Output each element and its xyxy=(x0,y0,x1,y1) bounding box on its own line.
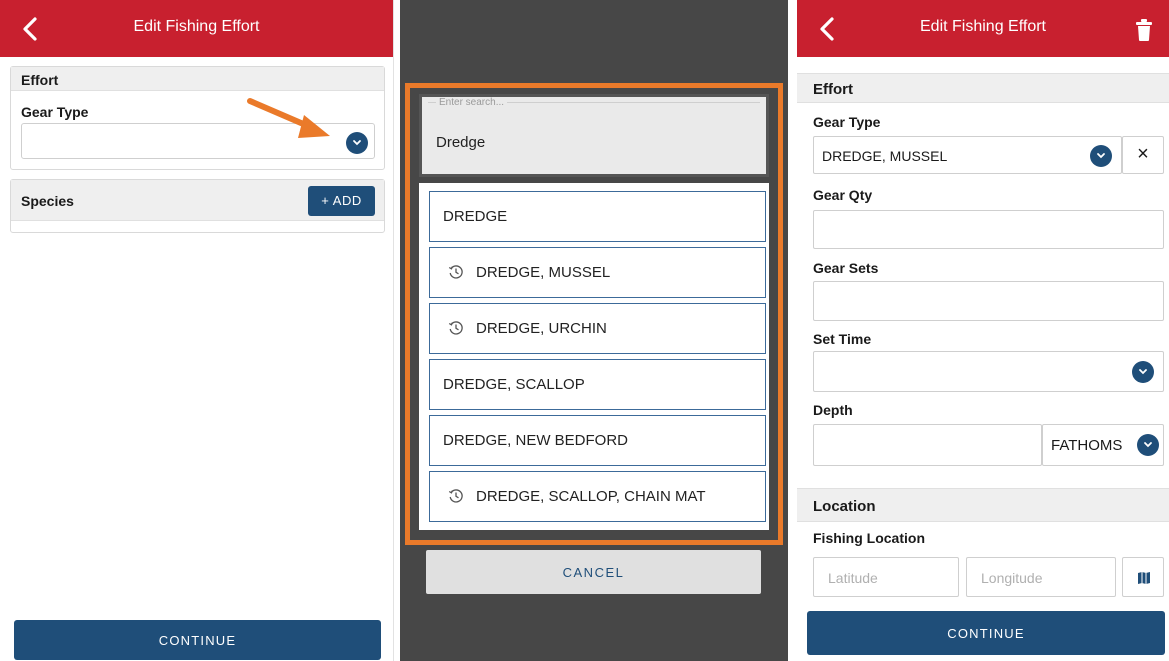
option-label: DREDGE, NEW BEDFORD xyxy=(443,432,629,449)
option-label: DREDGE xyxy=(443,208,508,225)
search-field[interactable]: Enter search... Dredge xyxy=(419,94,769,177)
latitude-input[interactable]: Latitude xyxy=(813,557,959,597)
app-header: Edit Fishing Effort xyxy=(0,0,393,57)
species-header: Species + ADD xyxy=(11,180,384,221)
gear-type-label: Gear Type xyxy=(21,104,89,120)
search-input[interactable]: Dredge xyxy=(436,134,485,151)
species-card: Species + ADD xyxy=(10,179,385,233)
trash-icon[interactable] xyxy=(1135,18,1153,42)
effort-section-title: Effort xyxy=(11,67,384,91)
chevron-down-icon[interactable] xyxy=(346,132,368,154)
search-placeholder: Enter search... xyxy=(436,97,508,108)
gear-qty-input[interactable] xyxy=(813,210,1164,249)
continue-button[interactable]: CONTINUE xyxy=(14,620,381,660)
list-item[interactable]: DREDGE, MUSSEL xyxy=(429,247,766,298)
chevron-down-icon[interactable] xyxy=(1090,145,1112,167)
chevron-down-icon[interactable] xyxy=(1132,361,1154,383)
list-item[interactable]: DREDGE xyxy=(429,191,766,242)
set-time-label: Set Time xyxy=(813,331,872,347)
species-section-title: Species xyxy=(21,193,74,209)
app-header: Edit Fishing Effort xyxy=(797,0,1169,57)
page-title: Edit Fishing Effort xyxy=(920,18,1046,35)
fishing-location-label: Fishing Location xyxy=(813,530,925,546)
gear-type-select[interactable]: DREDGE, MUSSEL xyxy=(813,136,1122,174)
list-item[interactable]: DREDGE, SCALLOP xyxy=(429,359,766,410)
set-time-select[interactable] xyxy=(813,351,1164,392)
depth-label: Depth xyxy=(813,402,853,418)
option-label: DREDGE, SCALLOP xyxy=(443,376,585,393)
latitude-placeholder: Latitude xyxy=(828,570,878,586)
search-overlay-screen: Enter search... Dredge DREDGE DREDGE, MU… xyxy=(400,0,788,661)
options-list: DREDGE DREDGE, MUSSEL DREDGE, URCHIN DRE… xyxy=(419,183,769,530)
add-species-button[interactable]: + ADD xyxy=(308,186,375,216)
option-label: DREDGE, SCALLOP, CHAIN MAT xyxy=(476,488,706,505)
history-icon xyxy=(448,489,463,503)
location-section-title: Location xyxy=(797,488,1169,522)
gear-type-label: Gear Type xyxy=(813,114,881,130)
map-icon xyxy=(1138,572,1150,584)
chevron-down-icon[interactable] xyxy=(1137,434,1159,456)
depth-unit-value: FATHOMS xyxy=(1051,437,1123,454)
longitude-input[interactable]: Longitude xyxy=(966,557,1116,597)
continue-button[interactable]: CONTINUE xyxy=(807,611,1165,655)
clear-gear-button[interactable]: × xyxy=(1122,136,1164,174)
list-item[interactable]: DREDGE, SCALLOP, CHAIN MAT xyxy=(429,471,766,522)
list-item[interactable]: DREDGE, NEW BEDFORD xyxy=(429,415,766,466)
gear-sets-input[interactable] xyxy=(813,281,1164,321)
effort-section-title: Effort xyxy=(797,73,1169,103)
longitude-placeholder: Longitude xyxy=(981,570,1043,586)
highlight-frame: Enter search... Dredge DREDGE DREDGE, MU… xyxy=(405,83,783,545)
depth-unit-select[interactable]: FATHOMS xyxy=(1042,424,1164,466)
depth-input[interactable] xyxy=(813,424,1042,466)
option-label: DREDGE, URCHIN xyxy=(476,320,607,337)
left-screen: Edit Fishing Effort Effort Gear Type Spe… xyxy=(0,0,394,661)
cancel-button[interactable]: CANCEL xyxy=(426,550,761,594)
arrow-annotation xyxy=(247,98,330,138)
close-icon: × xyxy=(1137,143,1149,165)
history-icon xyxy=(448,321,463,335)
map-button[interactable] xyxy=(1122,557,1164,597)
history-icon xyxy=(448,265,463,279)
page-title: Edit Fishing Effort xyxy=(133,18,260,35)
right-screen: Edit Fishing Effort Effort Gear Type DRE… xyxy=(797,0,1169,661)
gear-qty-label: Gear Qty xyxy=(813,187,873,203)
gear-sets-label: Gear Sets xyxy=(813,260,879,276)
option-label: DREDGE, MUSSEL xyxy=(476,264,611,281)
list-item[interactable]: DREDGE, URCHIN xyxy=(429,303,766,354)
gear-type-value: DREDGE, MUSSEL xyxy=(822,148,948,164)
